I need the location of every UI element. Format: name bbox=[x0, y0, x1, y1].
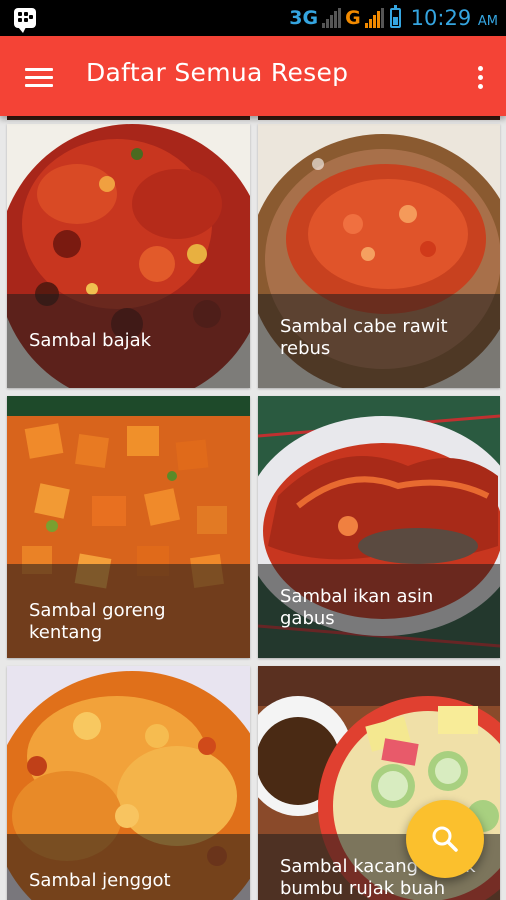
hamburger-menu-icon[interactable] bbox=[22, 62, 58, 92]
recipe-card[interactable]: Sambal goreng kentang bbox=[7, 396, 250, 658]
recipe-card[interactable]: Sambal cabe rawit rebus bbox=[258, 124, 500, 388]
search-icon bbox=[432, 826, 458, 852]
status-bar: 3G G 10:29 AM bbox=[0, 0, 506, 36]
caption-band: Sambal ikan asin gabus bbox=[258, 564, 500, 658]
recipe-title: Sambal ikan asin gabus bbox=[280, 586, 434, 629]
network-type-3g: 3G bbox=[289, 7, 319, 29]
previous-row-edge bbox=[258, 116, 500, 120]
previous-row-edge bbox=[7, 116, 250, 120]
recipe-title: Sambal bajak bbox=[29, 330, 152, 351]
clock-ampm: AM bbox=[477, 14, 498, 29]
signal-icon bbox=[364, 8, 384, 28]
caption-band: Sambal jenggot bbox=[7, 834, 250, 900]
app-bar: Daftar Semua Resep bbox=[0, 36, 506, 116]
clock: 10:29 AM bbox=[411, 6, 498, 30]
clock-time: 10:29 bbox=[410, 6, 472, 30]
caption-band: Sambal goreng kentang bbox=[7, 564, 250, 658]
battery-icon bbox=[389, 5, 401, 28]
recipe-grid: Sambal bajak Sambal cabe rawit rebus Sam… bbox=[0, 116, 506, 900]
page-title: Daftar Semua Resep bbox=[86, 58, 349, 87]
recipe-card[interactable]: Sambal bajak bbox=[7, 124, 250, 388]
recipe-title: Sambal jenggot bbox=[29, 870, 171, 891]
bbm-notification-icon bbox=[14, 8, 36, 33]
recipe-title: Sambal goreng kentang bbox=[29, 600, 166, 643]
recipe-title: Sambal cabe rawit rebus bbox=[280, 316, 448, 359]
caption-band: Sambal cabe rawit rebus bbox=[258, 294, 500, 388]
caption-band: Sambal bajak bbox=[7, 294, 250, 388]
recipe-card[interactable]: Sambal jenggot bbox=[7, 666, 250, 900]
recipe-card[interactable]: Sambal ikan asin gabus bbox=[258, 396, 500, 658]
signal-icon bbox=[322, 8, 342, 28]
search-fab[interactable] bbox=[406, 800, 484, 878]
network-type-g: G bbox=[345, 7, 361, 29]
more-vert-icon[interactable] bbox=[468, 60, 492, 94]
